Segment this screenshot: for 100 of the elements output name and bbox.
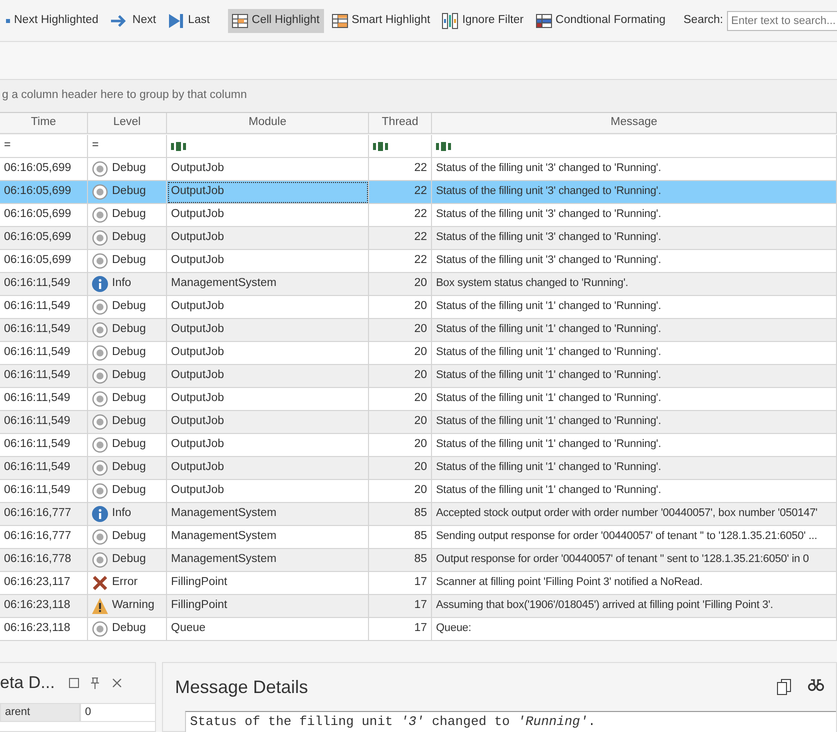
message-text: Status of the filling unit '3' changed to 'Running'. <box>185 711 836 732</box>
level-cell-text: Debug <box>112 230 146 246</box>
table-row[interactable]: 06:16:05,699 Debug OutputJob 22 Status of the filling unit '3' changed to 'Running'. <box>0 181 837 204</box>
thread-cell-text: 20 <box>414 345 427 360</box>
table-row[interactable]: 06:16:16,777 Debug ManagementSystem 85 Sending output response for order '00440057' of tenant '' to '128.1.35.21:6050' ... <box>0 526 837 549</box>
toolbar-button[interactable]: Smart Highlight <box>328 8 434 32</box>
table-row[interactable]: 06:16:23,117 Error FillingPoint 17 Scanner at filling point 'Filling Point 3' notified a NoRead. <box>0 572 837 595</box>
time-cell-text: 06:16:05,699 <box>4 184 72 200</box>
message-cell-text: Sending output response for order '00440057' of tenant '' to '128.1.35.21:6050' ... <box>436 529 818 544</box>
column-header[interactable]: Thread <box>369 113 432 134</box>
debug-icon <box>92 391 108 407</box>
table-row[interactable]: 06:16:11,549 Debug OutputJob 20 Status of the filling unit '1' changed to 'Running'. <box>0 388 837 411</box>
thread-cell-text: 85 <box>414 506 427 522</box>
thread-cell-text: 85 <box>414 529 427 544</box>
filter-operator[interactable]: = <box>4 137 11 155</box>
table-row[interactable]: 06:16:11,549 Info ManagementSystem 20 Box system status changed to 'Running'. <box>0 273 837 296</box>
cell-grid-icon <box>232 14 248 28</box>
table-row[interactable]: 06:16:11,549 Debug OutputJob 20 Status of the filling unit '1' changed to 'Running'. <box>0 411 837 434</box>
table-row[interactable]: 06:16:11,549 Debug OutputJob 20 Status of the filling unit '1' changed to 'Running'. <box>0 296 837 319</box>
level-cell-text: Debug <box>112 253 146 268</box>
table-row[interactable]: 06:16:11,549 Debug OutputJob 20 Status of the filling unit '1' changed to 'Running'. <box>0 480 837 503</box>
debug-icon <box>92 322 108 338</box>
level-cell-text: Debug <box>112 345 146 360</box>
table-row[interactable]: 06:16:16,777 Info ManagementSystem 85 Accepted stock output order with order number '00440057', box number '050147' <box>0 503 837 526</box>
toolbar-button[interactable]: Condtional Formating <box>532 8 670 32</box>
table-row[interactable]: 06:16:05,699 Debug OutputJob 22 Status of the filling unit '3' changed to 'Running'. <box>0 250 837 273</box>
right-arrow-icon <box>110 12 128 28</box>
level-cell-text: Debug <box>112 299 146 314</box>
message-cell-text: Status of the filling unit '1' changed to 'Running'. <box>436 460 662 475</box>
module-cell-text: OutputJob <box>171 207 224 222</box>
module-cell-text: ManagementSystem <box>171 506 276 522</box>
color-grid-icon <box>536 14 552 28</box>
level-cell-text: Warning <box>112 598 154 614</box>
message-cell-text: Status of the filling unit '1' changed to 'Running'. <box>436 414 662 429</box>
toolbar-button[interactable]: Next Highlighted <box>2 8 102 32</box>
message-cell-text: Status of the filling unit '1' changed to 'Running'. <box>436 345 662 360</box>
time-cell-text: 06:16:11,549 <box>4 483 70 498</box>
column-header[interactable]: Time <box>0 113 88 134</box>
search-label: Search: <box>684 12 724 28</box>
error-icon <box>92 575 108 591</box>
toolbar-button[interactable]: Next <box>106 8 160 32</box>
thread-cell-text: 22 <box>414 253 427 268</box>
thread-cell-text: 17 <box>414 621 427 636</box>
table-row[interactable]: 06:16:11,549 Debug OutputJob 20 Status of the filling unit '1' changed to 'Running'. <box>0 457 837 480</box>
level-cell-text: Debug <box>112 460 146 476</box>
table-row[interactable]: 06:16:11,549 Debug OutputJob 20 Status of the filling unit '1' changed to 'Running'. <box>0 365 837 388</box>
close-icon <box>112 678 122 688</box>
module-cell-text: OutputJob <box>171 460 224 476</box>
cell-grid-icon <box>332 14 348 28</box>
module-cell-text: ManagementSystem <box>171 529 276 544</box>
level-cell-text: Debug <box>112 414 146 430</box>
debug-icon <box>92 437 108 453</box>
time-cell-text: 06:16:11,549 <box>4 368 70 384</box>
level-cell-text: Debug <box>112 322 146 338</box>
time-cell-text: 06:16:11,549 <box>4 460 70 476</box>
table-row[interactable]: 06:16:23,118 Debug Queue 17 Queue: <box>0 618 837 641</box>
time-cell-text: 06:16:23,118 <box>4 621 70 636</box>
filter-operator[interactable]: = <box>92 137 99 155</box>
table-row[interactable]: 06:16:16,778 Debug ManagementSystem 85 Output response for order '00440057' of tenant '' sent to '128.1.35.21:6050' in 0 <box>0 549 837 572</box>
debug-icon <box>92 368 108 384</box>
debug-icon <box>92 460 108 476</box>
level-cell-text: Debug <box>112 529 146 544</box>
column-header[interactable]: Level <box>88 113 167 134</box>
panel-title: eta D... <box>0 672 55 694</box>
debug-icon <box>92 253 108 269</box>
column-header[interactable]: Module <box>167 113 369 134</box>
toolbar-button[interactable]: Ignore Filter <box>438 8 528 32</box>
time-cell-text: 06:16:16,777 <box>4 506 72 522</box>
toolbar-button[interactable]: Last <box>164 8 214 32</box>
table-row[interactable]: 06:16:11,549 Debug OutputJob 20 Status of the filling unit '1' changed to 'Running'. <box>0 319 837 342</box>
time-cell-text: 06:16:11,549 <box>4 391 70 406</box>
search-field[interactable]: Enter text to search... <box>727 10 837 30</box>
message-cell-text: Status of the filling unit '1' changed to 'Running'. <box>436 391 662 406</box>
module-cell-text: OutputJob <box>171 299 224 314</box>
thread-cell-text: 20 <box>414 391 427 406</box>
debug-icon <box>92 207 108 223</box>
column-header[interactable]: Message <box>432 113 837 134</box>
message-cell-text: Status of the filling unit '1' changed to 'Running'. <box>436 322 662 337</box>
debug-icon <box>92 483 108 499</box>
message-cell-text: Assuming that box('1906'/018045') arrived at filling point 'Filling Point 3'. <box>436 598 774 613</box>
debug-icon <box>92 161 108 177</box>
level-cell-text: Debug <box>112 552 146 568</box>
time-cell-text: 06:16:05,699 <box>4 207 72 222</box>
table-row[interactable]: 06:16:05,699 Debug OutputJob 22 Status of the filling unit '3' changed to 'Running'. <box>0 204 837 227</box>
thread-cell-text: 17 <box>414 598 427 614</box>
module-cell-text: OutputJob <box>171 345 224 360</box>
message-cell-text: Status of the filling unit '1' changed to 'Running'. <box>436 483 662 498</box>
thread-cell-text: 20 <box>414 276 427 292</box>
toolbar-button[interactable]: Cell Highlight <box>228 8 324 32</box>
module-cell-text: FillingPoint <box>171 575 228 590</box>
level-cell-text: Debug <box>112 391 146 406</box>
debug-icon <box>92 299 108 315</box>
debug-icon <box>92 345 108 361</box>
table-row[interactable]: 06:16:11,549 Debug OutputJob 20 Status of the filling unit '1' changed to 'Running'. <box>0 434 837 457</box>
property-name: arent <box>5 706 30 718</box>
table-row[interactable]: 06:16:11,549 Debug OutputJob 20 Status of the filling unit '1' changed to 'Running'. <box>0 342 837 365</box>
table-row[interactable]: 06:16:05,699 Debug OutputJob 22 Status of the filling unit '3' changed to 'Running'. <box>0 158 837 181</box>
thread-cell-text: 85 <box>414 552 427 568</box>
table-row[interactable]: 06:16:23,118 Warning FillingPoint 17 Assuming that box('1906'/018045') arrived at filling point 'Filling Point 3'. <box>0 595 837 618</box>
table-row[interactable]: 06:16:05,699 Debug OutputJob 22 Status of the filling unit '3' changed to 'Running'. <box>0 227 837 250</box>
